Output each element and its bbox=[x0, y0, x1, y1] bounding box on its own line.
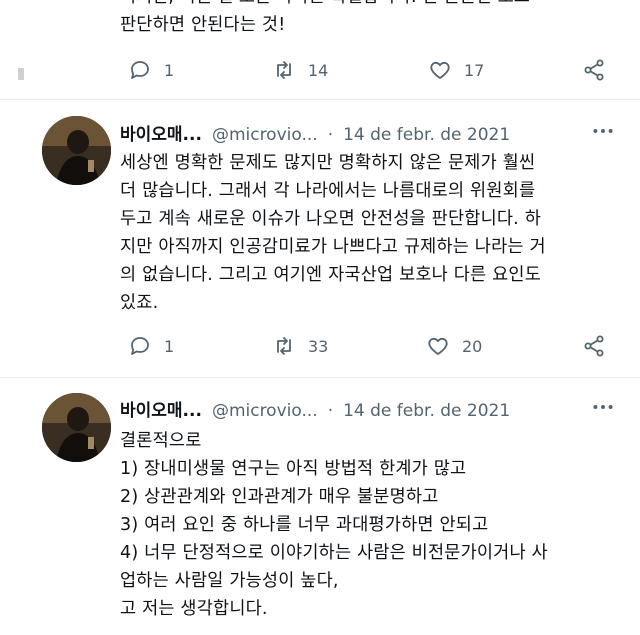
retweet-count: 33 bbox=[308, 336, 329, 356]
left-edge bbox=[0, 0, 10, 635]
retweet-button[interactable]: 33 bbox=[272, 334, 328, 358]
tweet-1-actions: 1 14 17 bbox=[118, 58, 618, 86]
tweet-3-line-4: 3) 여러 요인 중 하나를 너무 과대평가하면 안되고 bbox=[120, 515, 489, 535]
tweet-2-line-4: 지만 아직까지 인공감미료가 나쁘다고 규제하는 나라는 거 bbox=[120, 237, 546, 257]
separator-dot: · bbox=[327, 125, 334, 145]
share-icon bbox=[584, 335, 604, 357]
reply-button[interactable]: 1 bbox=[128, 334, 174, 358]
share-icon bbox=[584, 59, 604, 81]
tweet-date[interactable]: 14 de febr. de 2021 bbox=[343, 125, 510, 145]
tweet-2-line-5: 의 없습니다. 그리고 여기엔 자국산업 보호나 다른 요인도 bbox=[120, 265, 542, 285]
reply-icon bbox=[131, 337, 149, 355]
author-handle[interactable]: @microvio... bbox=[212, 401, 318, 421]
tweet-2-line-6: 있죠. bbox=[120, 293, 159, 313]
more-options-icon bbox=[593, 129, 613, 133]
heart-icon bbox=[428, 337, 448, 355]
more-options-button[interactable] bbox=[590, 118, 616, 148]
tweet-3-line-2: 1) 장내미생물 연구는 아직 방법적 한계가 많고 bbox=[120, 459, 467, 479]
heart-icon bbox=[430, 61, 450, 79]
retweet-icon bbox=[277, 337, 291, 355]
tweet-3-line-6: 업하는 사람일 가능성이 높다, bbox=[120, 571, 339, 591]
author-name[interactable]: 바이오매... bbox=[120, 401, 202, 421]
more-options-button[interactable] bbox=[590, 394, 616, 424]
retweet-icon bbox=[277, 61, 291, 79]
share-button[interactable] bbox=[582, 334, 606, 358]
avatar-photo bbox=[42, 116, 111, 185]
reply-count: 1 bbox=[164, 60, 175, 80]
retweet-count: 14 bbox=[308, 60, 329, 80]
divider bbox=[0, 377, 640, 378]
reply-button[interactable]: 1 bbox=[128, 58, 174, 82]
tweet-2-actions: 1 33 20 bbox=[118, 334, 618, 362]
author-name[interactable]: 바이오매... bbox=[120, 125, 202, 145]
tweet-3-line-5: 4) 너무 단정적으로 이야기하는 사람은 비전문가이거나 사 bbox=[120, 543, 548, 563]
divider bbox=[0, 99, 640, 100]
scroll-marker bbox=[18, 68, 24, 80]
avatar[interactable] bbox=[42, 116, 111, 185]
avatar-photo bbox=[42, 393, 111, 462]
like-count: 17 bbox=[464, 60, 485, 80]
tweet-2-header: 바이오매... @microvio... · 14 de febr. de 2021 bbox=[120, 120, 510, 145]
more-options-icon bbox=[593, 405, 613, 409]
like-button[interactable]: 20 bbox=[426, 334, 482, 358]
tweet-1-text: 판단하면 안된다는 것! bbox=[120, 15, 286, 35]
tweet-2-line-1: 세상엔 명확한 문제도 많지만 명확하지 않은 문제가 훨씬 bbox=[120, 153, 536, 173]
tweet-1-text-clipped: 이지만, 어떤 걸 보든 하나는 확실합니다. 한 논문만 보고 bbox=[120, 0, 530, 10]
separator-dot: · bbox=[327, 401, 334, 421]
author-handle[interactable]: @microvio... bbox=[212, 125, 318, 145]
reply-icon bbox=[131, 61, 149, 79]
like-button[interactable]: 17 bbox=[428, 58, 484, 82]
like-count: 20 bbox=[462, 336, 483, 356]
tweet-3-line-3: 2) 상관관계와 인과관계가 매우 불분명하고 bbox=[120, 487, 439, 507]
share-button[interactable] bbox=[582, 58, 606, 82]
tweet-3-line-1: 결론적으로 bbox=[120, 431, 202, 451]
retweet-button[interactable]: 14 bbox=[272, 58, 328, 82]
tweet-2-line-2: 더 많습니다. 그래서 각 나라에서는 나름대로의 위원회를 bbox=[120, 181, 536, 201]
tweet-2-line-3: 두고 계속 새로운 이슈가 나오면 안전성을 판단합니다. 하 bbox=[120, 209, 542, 229]
tweet-date[interactable]: 14 de febr. de 2021 bbox=[343, 401, 510, 421]
avatar[interactable] bbox=[42, 393, 111, 462]
tweet-3-header: 바이오매... @microvio... · 14 de febr. de 2021 bbox=[120, 396, 510, 421]
reply-count: 1 bbox=[164, 336, 175, 356]
tweet-3-line-7: 고 저는 생각합니다. bbox=[120, 599, 268, 619]
